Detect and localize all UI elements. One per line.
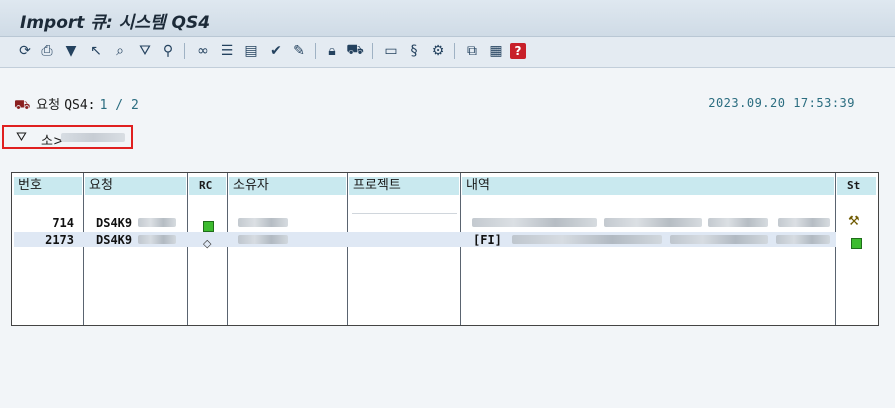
table-icon[interactable]: ▦	[486, 41, 506, 61]
truck-icon: ⛟	[14, 98, 31, 113]
active-filter[interactable]: ⛛ 소>	[2, 125, 133, 149]
system-label: QS4:	[64, 98, 96, 113]
column-divider	[460, 173, 461, 325]
glasses-icon[interactable]: ∞	[193, 41, 213, 61]
row-number: 714	[52, 216, 74, 230]
filter-icon[interactable]: ▼	[61, 41, 81, 61]
monitor-icon[interactable]: ▭	[381, 41, 401, 61]
redacted-text	[604, 218, 702, 227]
redacted-text	[472, 218, 597, 227]
form-icon[interactable]: ▤	[241, 41, 261, 61]
column-divider	[187, 173, 188, 325]
redacted-text	[238, 218, 288, 227]
funnel-icon: ⛛	[16, 130, 27, 145]
refresh-icon[interactable]: ⟳	[15, 41, 35, 61]
zoom-icon[interactable]: ⌕	[110, 41, 130, 61]
project-cell-bg	[352, 213, 457, 229]
page-counter: 1 / 2	[99, 98, 139, 113]
crane-icon[interactable]: ⚒	[848, 214, 860, 229]
column-divider	[347, 173, 348, 325]
column-divider	[227, 173, 228, 325]
datetime: 2023.09.20 17:53:39	[708, 96, 855, 110]
copy-icon[interactable]: ⧉	[462, 41, 482, 61]
redacted-text	[138, 235, 176, 244]
select-icon[interactable]: ↖	[86, 41, 106, 61]
green-square-icon[interactable]	[851, 234, 862, 253]
truck-icon[interactable]: ⛟	[345, 41, 365, 61]
redacted-text	[778, 218, 830, 227]
redacted-text	[238, 235, 288, 244]
edit-document-icon[interactable]: ✎	[289, 41, 309, 61]
title-bar: Import 큐: 시스템 QS4	[0, 0, 895, 37]
toolbar-separator	[315, 43, 316, 59]
row-request-id: DS4K9	[96, 216, 133, 230]
row-request-id: DS4K9	[96, 233, 133, 247]
gear-document-icon[interactable]: ⚙	[428, 41, 448, 61]
toolbar-separator	[184, 43, 185, 59]
column-header-number[interactable]: 번호	[14, 177, 82, 195]
toolbar-separator	[372, 43, 373, 59]
diamond-icon: ◇	[203, 237, 212, 250]
column-header-owner[interactable]: 소유자	[229, 177, 346, 195]
help-icon[interactable]: ?	[510, 43, 526, 59]
toolbar-separator	[454, 43, 455, 59]
window-title: Import 큐: 시스템 QS4	[20, 13, 211, 33]
column-header-status[interactable]: St	[837, 177, 876, 195]
request-header: ⛟ 요청 QS4: 1 / 2	[14, 94, 139, 115]
redacted-text	[776, 235, 830, 244]
row-number: 2173	[45, 233, 74, 247]
main-content: ⛟ 요청 QS4: 1 / 2 2023.09.20 17:53:39 ⛛ 소>…	[0, 68, 895, 408]
lock-icon[interactable]: 🔒︎	[322, 41, 342, 61]
redacted-text	[138, 218, 176, 227]
application-toolbar: ⟳ ⎙ ▼ ↖ ⌕ ⛛ ⚲ ∞ ☰ ▤ ✔ ✎ 🔒︎ ⛟ ▭ § ⚙ ⧉ ▦ ?	[0, 37, 895, 68]
column-divider	[835, 173, 836, 325]
redacted-text	[670, 235, 768, 244]
column-divider	[83, 173, 84, 325]
request-label: 요청	[36, 98, 61, 113]
funnel-icon[interactable]: ⛛	[135, 41, 155, 61]
redacted-text	[512, 235, 662, 244]
column-header-request[interactable]: 요청	[85, 177, 186, 195]
filter-value-redacted	[61, 133, 125, 142]
list-icon[interactable]: ☰	[217, 41, 237, 61]
column-header-rc[interactable]: RC	[189, 177, 226, 195]
print-icon[interactable]: ⎙	[37, 41, 57, 61]
checklist-icon[interactable]: ✔	[266, 41, 286, 61]
row-description-prefix: [FI]	[473, 233, 502, 247]
hierarchy-icon[interactable]: ⚲	[158, 41, 178, 61]
column-header-project[interactable]: 프로젝트	[349, 177, 459, 195]
import-queue-table: 번호 요청 RC 소유자 프로젝트 내역 St 714 DS4K9 ⚒ 2173…	[11, 172, 879, 326]
column-header-description[interactable]: 내역	[462, 177, 834, 195]
scroll-icon[interactable]: §	[404, 41, 424, 61]
redacted-text	[708, 218, 768, 227]
